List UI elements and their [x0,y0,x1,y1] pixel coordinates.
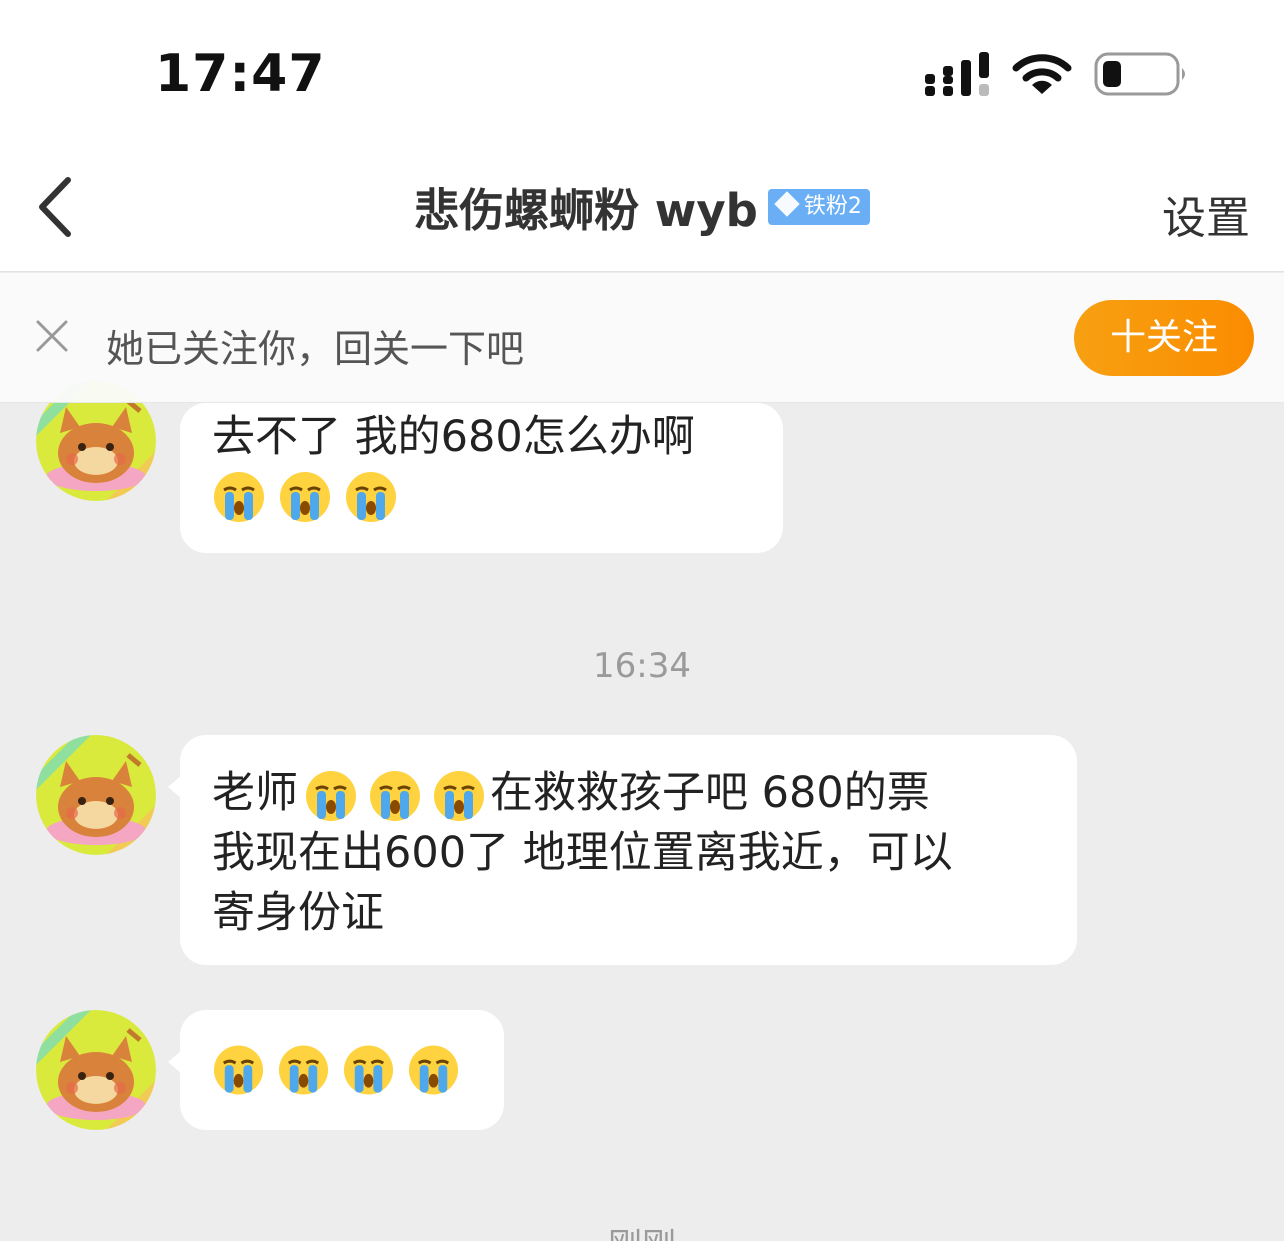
diamond-icon [774,190,800,217]
close-icon[interactable] [34,318,70,354]
follow-back-text: 她已关注你，回关一下吧 [106,327,525,371]
cellular-signal-icon [925,52,989,96]
message-bubble[interactable]: 去不了 我的680怎么办啊 [180,403,783,553]
message-text: 老师 [212,768,298,818]
message-text: 我现在出600了 地理位置离我近，可以 [212,828,953,878]
follow-back-banner: 她已关注你，回关一下吧 十关注 [0,273,1284,403]
crying-emoji-icon [343,1045,394,1095]
crying-emoji-icon [278,1045,329,1095]
crying-emoji-icon [306,770,356,821]
chat-screen: 17:47 悲伤螺蛳粉 wyb 铁粉2 设置 去不了 我的680怎么办啊 16:… [0,0,1284,1241]
crying-emoji-icon [346,472,396,522]
emoji-row [212,467,751,527]
conversation-title: 悲伤螺蛳粉 wyb [414,184,758,237]
message-text: 寄身份证 [212,888,384,938]
avatar[interactable] [36,735,156,855]
crying-emoji-icon [214,472,264,522]
message-bubble[interactable] [168,1010,504,1130]
emoji-row [212,1040,472,1100]
fan-level-badge: 铁粉2 [767,188,870,225]
battery-icon [1094,52,1185,96]
title-area: 悲伤螺蛳粉 wyb 铁粉2 [0,174,1284,239]
message-bubble[interactable]: 老师 在救救孩子吧 680的票 我现在出600了 地理位置离我近，可以 寄身份证 [168,735,1077,965]
message-text-line: 老师 在救救孩子吧 680的票 [212,763,1045,823]
avatar[interactable] [36,1010,156,1130]
settings-button[interactable]: 设置 [1162,182,1250,246]
timestamp: 刚刚 [0,1218,1284,1241]
fan-badge-label: 铁粉2 [803,193,862,219]
message-list[interactable]: 去不了 我的680怎么办啊 16:34 老师 在救救孩子吧 680的票 我现在出… [0,381,1284,1241]
crying-emoji-icon [213,1045,264,1095]
message-text: 在救救孩子吧 680的票 [490,768,930,818]
bubble-tail [168,775,182,799]
crying-emoji-icon [370,770,420,821]
crying-emoji-icon [280,472,330,522]
nav-bar: 悲伤螺蛳粉 wyb 铁粉2 设置 [0,150,1284,272]
status-time: 17:47 [155,44,326,104]
timestamp: 16:34 [593,646,691,686]
crying-emoji-icon [434,770,484,821]
status-bar: 17:47 [0,0,1284,150]
wifi-icon [1012,54,1072,94]
bubble-tail [168,1050,182,1074]
message-text: 去不了 我的680怎么办啊 [212,412,695,462]
crying-emoji-icon [408,1045,459,1095]
follow-button[interactable]: 十关注 [1074,300,1254,376]
